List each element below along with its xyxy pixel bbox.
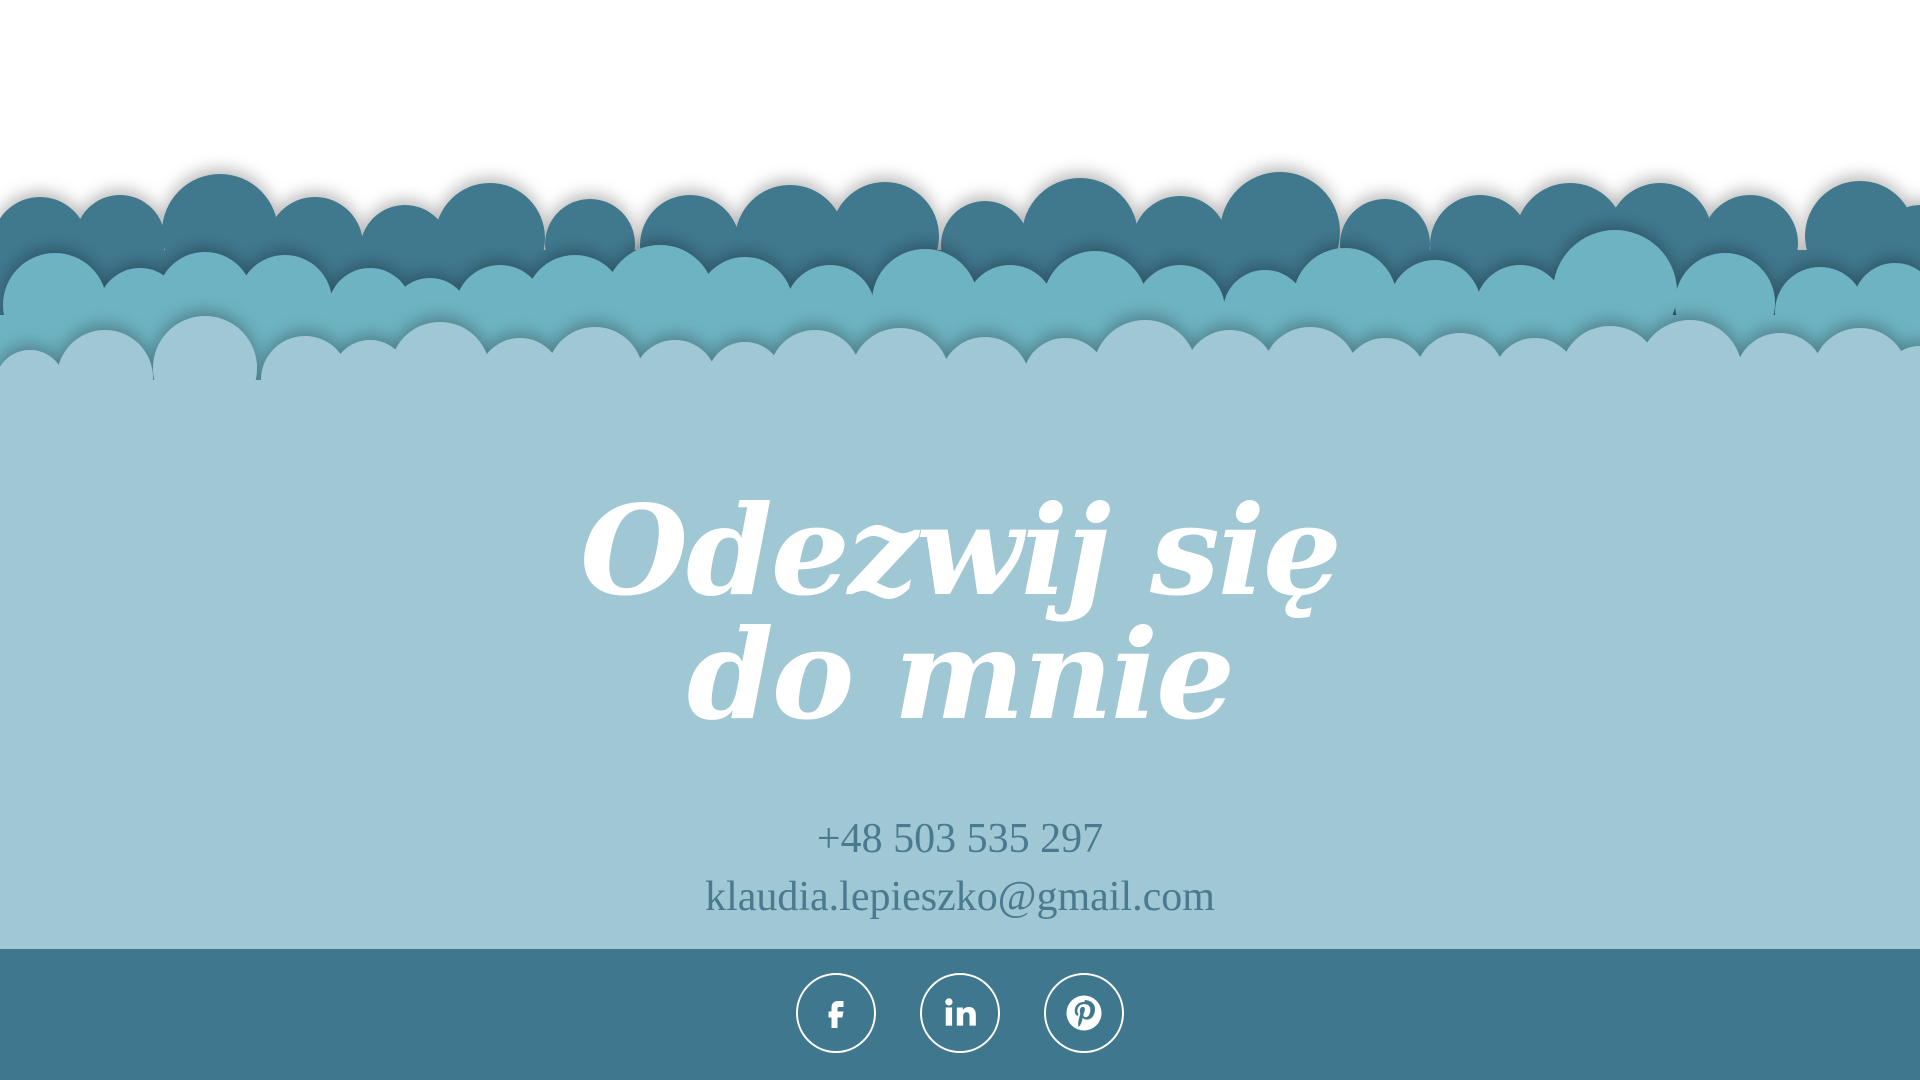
pinterest-button[interactable] — [1044, 973, 1124, 1053]
facebook-icon — [828, 1001, 844, 1028]
contact-section: Odezwij się do mnie +48 503 535 297 klau… — [0, 380, 1920, 950]
email-link[interactable]: klaudia.lepieszko@gmail.com — [0, 868, 1920, 926]
contact-heading-line-1: Odezwij się — [580, 479, 1342, 624]
contact-details: +48 503 535 297 klaudia.lepieszko@gmail.… — [0, 810, 1920, 926]
pinterest-icon — [1066, 995, 1102, 1031]
facebook-button[interactable] — [796, 973, 876, 1053]
phone-link[interactable]: +48 503 535 297 — [0, 810, 1920, 868]
contact-heading-line-2: do mnie — [687, 603, 1235, 748]
contact-page: Odezwij się do mnie +48 503 535 297 klau… — [0, 0, 1920, 1080]
contact-heading: Odezwij się do mnie — [0, 490, 1920, 738]
social-links — [0, 973, 1920, 1053]
linkedin-icon — [945, 998, 976, 1026]
linkedin-button[interactable] — [920, 973, 1000, 1053]
footer — [0, 949, 1920, 1080]
